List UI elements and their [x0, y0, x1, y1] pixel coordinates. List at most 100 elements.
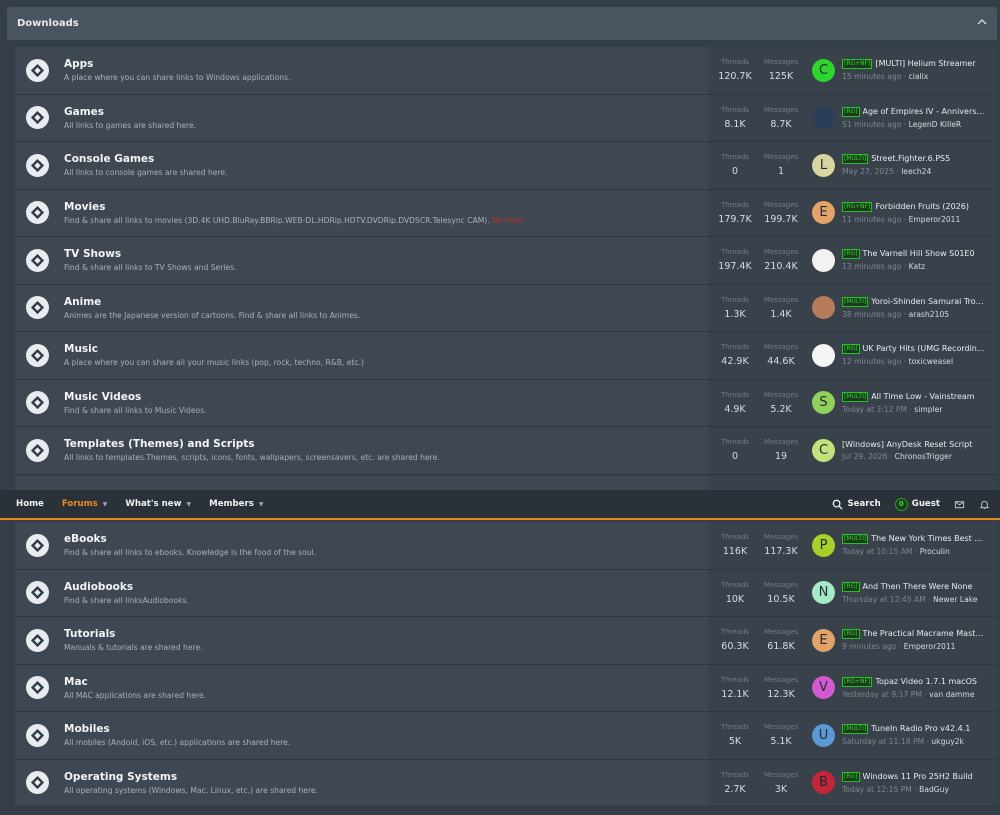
forum-node-icon[interactable]: [26, 628, 49, 652]
forum-row[interactable]: Audiobooks Find & share all linksAudioboo…: [15, 569, 997, 617]
forum-title-link[interactable]: Mac: [64, 676, 206, 688]
forum-node-icon[interactable]: [26, 106, 49, 130]
nav-forums[interactable]: Forums ▼: [62, 499, 107, 509]
latest-post-user[interactable]: LegenD KilleR: [909, 120, 962, 129]
latest-post-time[interactable]: Yesterday at 9:17 PM: [842, 690, 922, 699]
forum-node-icon[interactable]: [26, 296, 49, 320]
forum-title-link[interactable]: Tutorials: [64, 628, 203, 640]
avatar[interactable]: B: [812, 771, 835, 795]
latest-post-time[interactable]: Today at 12:15 PM: [842, 785, 912, 794]
forum-node-icon[interactable]: [26, 153, 49, 177]
forum-title-link[interactable]: eBooks: [64, 533, 316, 545]
search-button[interactable]: Search: [832, 499, 881, 510]
inbox-button[interactable]: [954, 499, 965, 510]
forum-node-icon[interactable]: [26, 771, 49, 795]
latest-thread-link[interactable]: [MULTI] TuneIn Radio Pro v42.4.1: [842, 724, 987, 735]
latest-thread-link[interactable]: [MULTI] Yoroi-Shinden Samurai Troopers: [842, 296, 987, 307]
forum-title-link[interactable]: Music: [64, 343, 364, 355]
latest-post-time[interactable]: 51 minutes ago: [842, 120, 901, 129]
forum-row[interactable]: Templates (Themes) and Scripts All links …: [15, 427, 997, 475]
avatar[interactable]: [812, 296, 835, 320]
latest-post-time[interactable]: 12 minutes ago: [842, 357, 901, 366]
forum-node-icon[interactable]: [26, 391, 49, 415]
latest-thread-link[interactable]: [Windows] AnyDesk Reset Script: [842, 440, 987, 449]
latest-post-time[interactable]: Today at 10:15 AM: [842, 547, 912, 556]
avatar[interactable]: P: [812, 533, 835, 557]
latest-post-time[interactable]: 9 minutes ago: [842, 642, 897, 651]
forum-node-icon[interactable]: [26, 533, 49, 557]
forum-title-link[interactable]: TV Shows: [64, 248, 236, 260]
latest-thread-link[interactable]: [RG]The Practical Macrame Masterclass: [842, 629, 987, 640]
section-header[interactable]: Downloads: [7, 7, 997, 40]
latest-thread-link[interactable]: [RG] And Then There Were None: [842, 581, 987, 592]
latest-post-user[interactable]: Newer Lake: [933, 595, 977, 604]
latest-thread-link[interactable]: [MULTI] All Time Low - Vainstream: [842, 391, 987, 402]
forum-node-icon[interactable]: [26, 248, 49, 272]
chevron-down-icon[interactable]: ▼: [259, 501, 264, 508]
latest-thread-link[interactable]: [RG+NF] Forbidden Fruits (2026): [842, 201, 987, 212]
latest-post-time[interactable]: Thursday at 12:45 AM: [842, 595, 926, 604]
forum-title-link[interactable]: Games: [64, 106, 196, 118]
forum-node-icon[interactable]: [26, 58, 49, 82]
forum-row[interactable]: Mobiles All mobiles (Andoid, iOS, etc.) a…: [15, 712, 997, 760]
alerts-button[interactable]: [979, 499, 990, 510]
forum-title-link[interactable]: Movies: [64, 201, 525, 213]
forum-title-link[interactable]: Operating Systems: [64, 771, 318, 783]
forum-row[interactable]: Operating Systems All operating systems (…: [15, 759, 997, 807]
forum-node-icon[interactable]: [26, 343, 49, 367]
latest-post-time[interactable]: 13 minutes ago: [842, 262, 901, 271]
forum-row[interactable]: Console Games All links to console games …: [15, 142, 997, 190]
latest-thread-link[interactable]: [RG] Windows 11 Pro 25H2 Build: [842, 771, 987, 782]
forum-title-link[interactable]: Music Videos: [64, 391, 207, 403]
nav-members[interactable]: Members ▼: [209, 499, 263, 509]
chevron-down-icon[interactable]: ▼: [187, 501, 192, 508]
latest-post-time[interactable]: 11 minutes ago: [842, 215, 901, 224]
latest-post-time[interactable]: Jul 29, 2026: [842, 452, 887, 461]
forum-title-link[interactable]: Anime: [64, 296, 360, 308]
avatar[interactable]: E: [812, 201, 835, 225]
forum-title-link[interactable]: Console Games: [64, 153, 228, 165]
forum-row[interactable]: Tutorials Manuals & tutorials are shared …: [15, 617, 997, 665]
latest-post-user[interactable]: Emperor2011: [904, 642, 956, 651]
nav-home[interactable]: Home: [16, 499, 44, 509]
latest-post-time[interactable]: 38 minutes ago: [842, 310, 901, 319]
avatar[interactable]: N: [812, 581, 835, 605]
latest-post-user[interactable]: Emperor2011: [909, 215, 961, 224]
forum-node-icon[interactable]: [26, 723, 49, 747]
latest-post-user[interactable]: toxicweasel: [909, 357, 953, 366]
collapse-icon[interactable]: [977, 18, 987, 29]
latest-thread-link[interactable]: [MULTI]The New York Times Best Sellers: [842, 534, 987, 545]
forum-title-link[interactable]: Mobiles: [64, 723, 290, 735]
forum-row[interactable]: Music A place where you can share all you…: [15, 332, 997, 380]
forum-node-icon[interactable]: [26, 201, 49, 225]
latest-post-user[interactable]: arash2105: [909, 310, 950, 319]
forum-row[interactable]: Games All links to games are shared here.…: [15, 94, 997, 142]
forum-node-icon[interactable]: [26, 438, 49, 462]
forum-row[interactable]: Anime Animes are the Japanese version of …: [15, 284, 997, 332]
latest-thread-link[interactable]: [RG+NF] Topaz Video 1.7.1 macOS: [842, 676, 987, 687]
avatar[interactable]: S: [812, 391, 835, 415]
latest-post-user[interactable]: cialix: [909, 72, 929, 81]
latest-post-user[interactable]: Katz: [909, 262, 925, 271]
forum-row[interactable]: eBooks Find & share all links to ebooks. …: [15, 522, 997, 570]
forum-node-icon[interactable]: [26, 581, 49, 605]
latest-post-user[interactable]: leech24: [901, 167, 931, 176]
latest-post-user[interactable]: ChronosTrigger: [895, 452, 952, 461]
avatar[interactable]: [812, 106, 835, 130]
forum-title-link[interactable]: Apps: [64, 58, 290, 70]
avatar[interactable]: L: [812, 153, 835, 177]
latest-thread-link[interactable]: [RG] UK Party Hits (UMG Recordings): [842, 344, 987, 355]
latest-post-time[interactable]: Today at 3:12 PM: [842, 405, 907, 414]
avatar[interactable]: U: [812, 723, 835, 747]
latest-thread-link[interactable]: [RG] Age of Empires IV - Anniversary: [842, 106, 987, 117]
forum-row[interactable]: TV Shows Find & share all links to TV Sho…: [15, 237, 997, 285]
avatar[interactable]: V: [812, 676, 835, 700]
avatar[interactable]: [812, 248, 835, 272]
forum-title-link[interactable]: Templates (Themes) and Scripts: [64, 438, 440, 450]
forum-row[interactable]: Movies Find & share all links to movies (…: [15, 189, 997, 237]
latest-post-time[interactable]: May 27, 2025: [842, 167, 894, 176]
forum-row[interactable]: Mac All MAC applications are shared here.…: [15, 664, 997, 712]
guest-button[interactable]: 0 Guest: [894, 497, 940, 511]
avatar[interactable]: [812, 343, 835, 367]
latest-post-time[interactable]: Saturday at 11:18 PM: [842, 737, 924, 746]
